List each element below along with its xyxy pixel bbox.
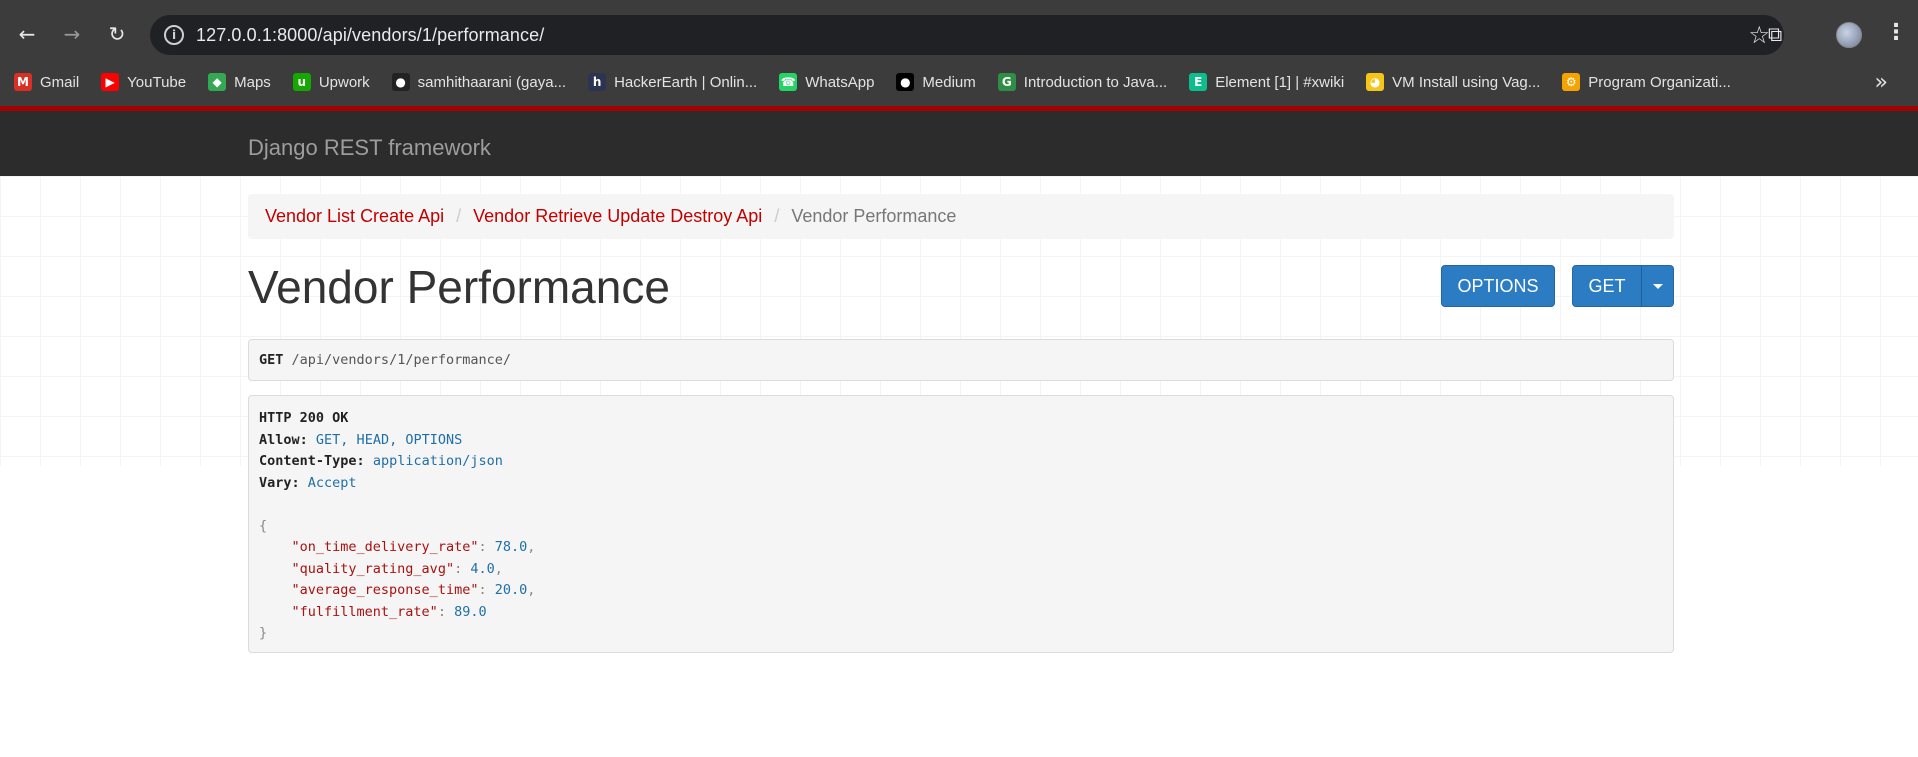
element-icon: E <box>1189 73 1208 91</box>
geeksforgeeks-icon: G <box>997 73 1016 91</box>
bookmark-item[interactable]: G Introduction to Java... <box>997 73 1168 91</box>
json-value: 4.0 <box>470 560 495 577</box>
site-info-icon[interactable]: i <box>164 25 184 45</box>
bookmark-item[interactable]: ● samhithaarani (gaya... <box>391 73 567 91</box>
bookmark-item[interactable]: ◕ VM Install using Vag... <box>1366 73 1540 91</box>
bookmark-item[interactable]: M Gmail <box>14 73 79 91</box>
json-close-brace: } <box>259 625 268 641</box>
header-value: Accept <box>307 474 357 491</box>
breadcrumb-separator: / <box>774 206 780 226</box>
duck-icon: ◕ <box>1366 73 1385 91</box>
breadcrumb-current: Vendor Performance <box>791 206 957 226</box>
request-path: /api/vendors/1/performance/ <box>291 352 511 368</box>
options-button[interactable]: OPTIONS <box>1441 265 1555 307</box>
hackerearth-icon: h <box>588 73 607 91</box>
get-format-dropdown-button[interactable] <box>1641 265 1674 307</box>
bookmark-item[interactable]: ● Medium <box>896 73 976 91</box>
bookmark-label: Program Organizati... <box>1588 73 1731 91</box>
response-status: HTTP 200 OK <box>259 410 349 426</box>
url-text[interactable]: 127.0.0.1:8000/api/vendors/1/performance… <box>196 25 544 46</box>
bookmark-label: Upwork <box>318 73 370 91</box>
bookmarks-overflow-icon[interactable]: » <box>1875 70 1888 95</box>
bookmark-item[interactable]: h HackerEarth | Onlin... <box>588 73 757 91</box>
request-method: GET <box>259 352 284 368</box>
bookmark-label: Medium <box>922 73 976 91</box>
browser-chrome: ← → ↻ i 127.0.0.1:8000/api/vendors/1/per… <box>0 0 1918 106</box>
reload-icon[interactable]: ↻ <box>103 20 131 48</box>
json-key: "on_time_delivery_rate" <box>291 539 479 555</box>
json-value: 20.0 <box>494 582 528 598</box>
caret-down-icon <box>1652 283 1663 289</box>
drf-navbar: Django REST framework <box>0 106 1918 176</box>
forward-arrow-icon[interactable]: → <box>58 20 86 48</box>
extensions-icon[interactable]: ⧉ <box>1768 22 1792 46</box>
gmail-icon: M <box>14 73 32 91</box>
back-arrow-icon[interactable]: ← <box>13 20 41 48</box>
bookmark-label: Introduction to Java... <box>1023 73 1168 91</box>
drf-brand[interactable]: Django REST framework <box>248 135 491 161</box>
json-open-brace: { <box>259 517 268 534</box>
breadcrumb-vendor-list[interactable]: Vendor List Create Api <box>265 206 444 227</box>
bookmark-label: HackerEarth | Onlin... <box>614 73 758 91</box>
json-value: 78.0 <box>494 539 528 555</box>
bookmark-item[interactable]: u Upwork <box>292 73 370 91</box>
breadcrumb-vendor-detail[interactable]: Vendor Retrieve Update Destroy Api <box>473 206 762 227</box>
maps-icon: ◆ <box>208 73 227 91</box>
header-name: Allow: <box>259 431 308 448</box>
medium-icon: ● <box>896 73 915 91</box>
breadcrumb-separator: / <box>456 206 462 226</box>
header-value: GET, HEAD, OPTIONS <box>315 431 463 448</box>
upwork-icon: u <box>292 73 311 91</box>
whatsapp-icon: ☎ <box>779 73 798 91</box>
bookmark-label: samhithaarani (gaya... <box>417 73 567 91</box>
json-key: "fulfillment_rate" <box>291 603 438 620</box>
bookmark-item[interactable]: ⚙ Program Organizati... <box>1562 73 1731 91</box>
request-info: GET /api/vendors/1/performance/ <box>248 339 1674 381</box>
bookmark-label: VM Install using Vag... <box>1392 73 1541 91</box>
header-name: Vary: <box>259 474 300 491</box>
github-icon: ● <box>391 73 410 91</box>
bookmark-label: Element [1] | #xwiki <box>1215 73 1345 91</box>
bookmark-star-icon[interactable]: ☆ <box>1748 21 1770 49</box>
get-button[interactable]: GET <box>1572 265 1642 307</box>
address-bar[interactable]: i 127.0.0.1:8000/api/vendors/1/performan… <box>150 15 1784 55</box>
page-title: Vendor Performance <box>248 261 670 313</box>
bookmark-label: Gmail <box>40 73 80 91</box>
kebab-menu-icon[interactable]: ⋮ <box>1885 20 1907 45</box>
header-value: application/json <box>372 453 503 469</box>
response-info: HTTP 200 OK Allow: GET, HEAD, OPTIONS Co… <box>248 395 1674 653</box>
gear-sun-icon: ⚙ <box>1562 73 1581 91</box>
bookmark-label: Maps <box>234 73 271 91</box>
bookmark-label: WhatsApp <box>805 73 875 91</box>
bookmark-item[interactable]: ◆ Maps <box>208 73 271 91</box>
bookmark-item[interactable]: ☎ WhatsApp <box>779 73 874 91</box>
json-key: "average_response_time" <box>291 582 479 598</box>
header-name: Content-Type: <box>259 453 365 469</box>
profile-avatar[interactable] <box>1836 22 1862 48</box>
youtube-icon: ▶ <box>101 73 120 91</box>
breadcrumb: Vendor List Create Api / Vendor Retrieve… <box>248 194 1674 239</box>
bookmark-item[interactable]: ▶ YouTube <box>101 73 186 91</box>
json-key: "quality_rating_avg" <box>291 560 455 577</box>
bookmark-label: YouTube <box>127 73 187 91</box>
bookmark-item[interactable]: E Element [1] | #xwiki <box>1189 73 1344 91</box>
json-value: 89.0 <box>454 603 487 620</box>
bookmarks-bar: M Gmail ▶ YouTube ◆ Maps u Upwork ● samhithaarani… <box>0 66 1918 98</box>
